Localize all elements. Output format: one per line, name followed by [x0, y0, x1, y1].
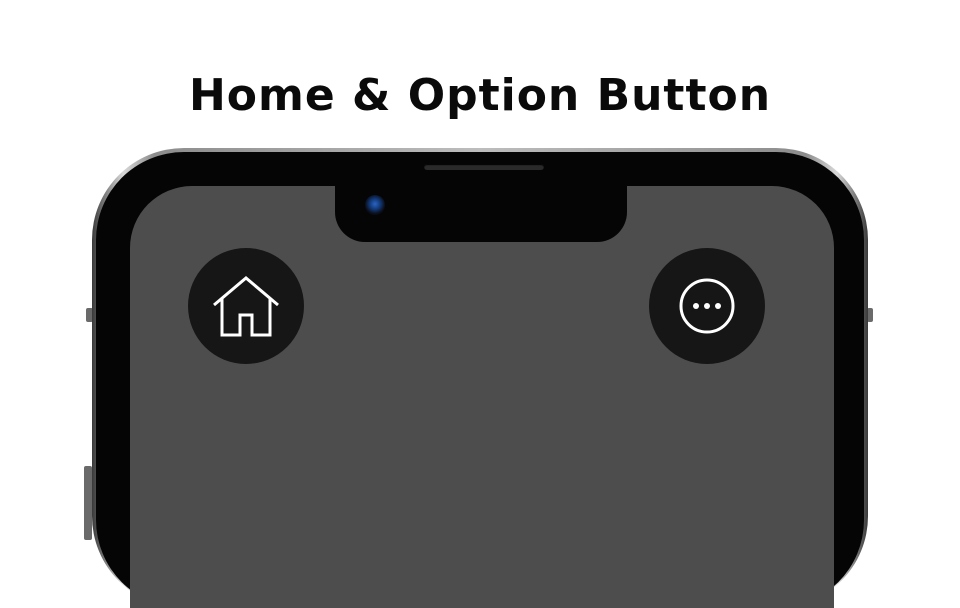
phone-screen	[130, 186, 834, 608]
notch	[335, 186, 627, 242]
volume-up-button	[84, 466, 92, 540]
earpiece-speaker	[424, 164, 544, 170]
more-horizontal-circle-icon	[679, 278, 735, 334]
home-icon	[213, 276, 279, 337]
front-camera-icon	[365, 195, 385, 215]
phone-frame	[92, 148, 868, 608]
options-button[interactable]	[649, 248, 765, 364]
home-button[interactable]	[188, 248, 304, 364]
page-title: Home & Option Button	[188, 70, 772, 121]
